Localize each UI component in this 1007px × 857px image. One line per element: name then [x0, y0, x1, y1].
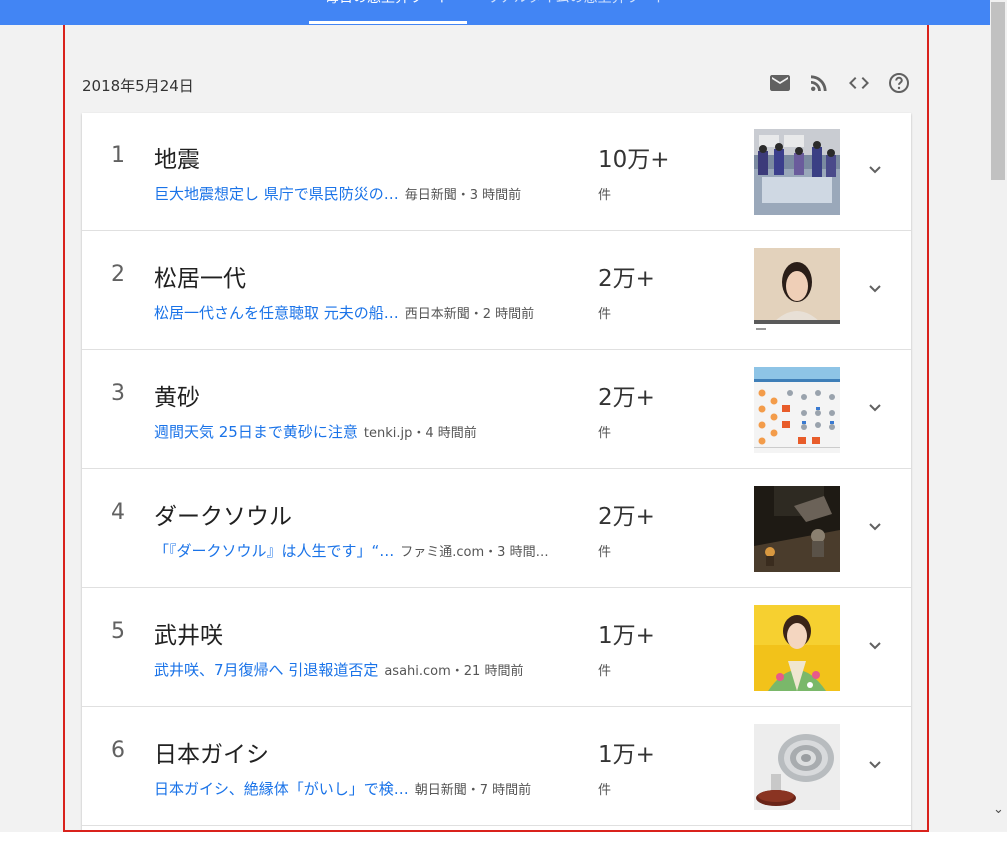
mail-icon[interactable]	[768, 71, 792, 95]
trend-thumbnail[interactable]	[754, 486, 840, 572]
active-tab-indicator	[309, 21, 467, 24]
article-source: tenki.jp・4 時間前	[363, 426, 477, 441]
trend-item[interactable]: 1 地震 巨大地震想定し 県庁で県民防災の… 毎日新聞・3 時間前 10万+ 件	[82, 113, 911, 231]
trend-article: 週間天気 25日まで黄砂に注意 tenki.jp・4 時間前	[154, 421, 477, 442]
trend-rank: 4	[111, 500, 125, 525]
trends-date: 2018年5月24日	[82, 77, 194, 95]
search-count-unit: 件	[598, 545, 612, 560]
expand-chevron-icon[interactable]	[865, 397, 885, 417]
search-count: 2万+	[598, 504, 655, 530]
article-link[interactable]: 日本ガイシ、絶縁体「がいし」で検…	[154, 780, 409, 798]
trend-thumbnail[interactable]	[754, 367, 840, 453]
trend-rank: 5	[111, 619, 125, 644]
trend-item[interactable]: 3 黄砂 週間天気 25日まで黄砂に注意 tenki.jp・4 時間前 2万+ 件	[82, 351, 911, 469]
expand-chevron-icon[interactable]	[865, 754, 885, 774]
search-count-unit: 件	[598, 664, 612, 679]
trend-title[interactable]: 日本ガイシ	[154, 735, 269, 769]
search-count-unit: 件	[598, 783, 612, 798]
search-count: 2万+	[598, 385, 655, 411]
trend-article: 武井咲、7月復帰へ 引退報道否定 asahi.com・21 時間前	[154, 659, 523, 680]
scrollbar-thumb[interactable]	[991, 2, 1005, 180]
search-count: 10万+	[598, 147, 670, 173]
article-link[interactable]: 週間天気 25日まで黄砂に注意	[154, 423, 358, 441]
trends-list: 1 地震 巨大地震想定し 県庁で県民防災の… 毎日新聞・3 時間前 10万+ 件	[82, 113, 911, 830]
top-app-bar: 毎日の急上昇ワード リアルタイムの急上昇ワード	[0, 0, 990, 25]
page-scrollbar[interactable]: ⌄	[990, 0, 1007, 831]
trend-thumbnail[interactable]	[754, 724, 840, 810]
trend-article: 「『ダークソウル』は人生です」“… ファミ通.com・3 時間…	[154, 540, 549, 561]
search-count-unit: 件	[598, 307, 612, 322]
trend-item[interactable]: 2 松居一代 松居一代さんを任意聴取 元夫の船… 西日本新聞・2 時間前 2万+ …	[82, 232, 911, 350]
article-link[interactable]: 武井咲、7月復帰へ 引退報道否定	[154, 661, 378, 679]
expand-chevron-icon[interactable]	[865, 516, 885, 536]
help-icon[interactable]	[887, 71, 911, 95]
article-source: 西日本新聞・2 時間前	[404, 307, 535, 322]
rss-icon[interactable]	[807, 71, 831, 95]
trend-title[interactable]: 黄砂	[154, 378, 200, 412]
article-source: ファミ通.com・3 時間…	[400, 545, 549, 560]
article-link[interactable]: 「『ダークソウル』は人生です」“…	[154, 542, 394, 560]
article-source: asahi.com・21 時間前	[384, 664, 524, 679]
search-count: 1万+	[598, 742, 655, 768]
trend-rank: 6	[111, 738, 125, 763]
trend-item[interactable]: 4 ダークソウル 「『ダークソウル』は人生です」“… ファミ通.com・3 時間……	[82, 470, 911, 588]
tab-realtime-trends[interactable]: リアルタイムの急上昇ワード	[486, 0, 668, 8]
trends-panel: 2018年5月24日 1 地震 巨大地震想定し 県庁で県民防災の… 毎日新聞・3 …	[63, 25, 929, 832]
article-source: 毎日新聞・3 時間前	[404, 188, 522, 203]
expand-chevron-icon[interactable]	[865, 159, 885, 179]
bottom-strip	[0, 832, 1007, 857]
trend-title[interactable]: ダークソウル	[154, 497, 292, 531]
trend-title[interactable]: 武井咲	[154, 616, 223, 650]
trend-rank: 3	[111, 381, 125, 406]
trend-thumbnail[interactable]	[754, 129, 840, 215]
search-count: 1万+	[598, 623, 655, 649]
trend-item[interactable]: 5 武井咲 武井咲、7月復帰へ 引退報道否定 asahi.com・21 時間前 1…	[82, 589, 911, 707]
search-count-unit: 件	[598, 188, 612, 203]
trend-article: 日本ガイシ、絶縁体「がいし」で検… 朝日新聞・7 時間前	[154, 778, 531, 799]
article-link[interactable]: 巨大地震想定し 県庁で県民防災の…	[154, 185, 399, 203]
trend-article: 巨大地震想定し 県庁で県民防災の… 毎日新聞・3 時間前	[154, 183, 521, 204]
search-count-unit: 件	[598, 426, 612, 441]
article-source: 朝日新聞・7 時間前	[414, 783, 532, 798]
trend-item[interactable]: 6 日本ガイシ 日本ガイシ、絶縁体「がいし」で検… 朝日新聞・7 時間前 1万+ …	[82, 708, 911, 826]
trend-title[interactable]: 地震	[154, 140, 200, 174]
embed-code-icon[interactable]	[847, 71, 871, 95]
article-link[interactable]: 松居一代さんを任意聴取 元夫の船…	[154, 304, 399, 322]
trend-rank: 1	[111, 143, 125, 168]
tab-daily-trends[interactable]: 毎日の急上昇ワード	[325, 0, 451, 8]
expand-chevron-icon[interactable]	[865, 635, 885, 655]
trend-thumbnail[interactable]	[754, 605, 840, 691]
trend-title[interactable]: 松居一代	[154, 259, 246, 293]
trend-rank: 2	[111, 262, 125, 287]
search-count: 2万+	[598, 266, 655, 292]
expand-chevron-icon[interactable]	[865, 278, 885, 298]
trend-thumbnail[interactable]	[754, 248, 840, 334]
trend-article: 松居一代さんを任意聴取 元夫の船… 西日本新聞・2 時間前	[154, 302, 534, 323]
scroll-down-arrow-icon[interactable]: ⌄	[991, 800, 1006, 820]
